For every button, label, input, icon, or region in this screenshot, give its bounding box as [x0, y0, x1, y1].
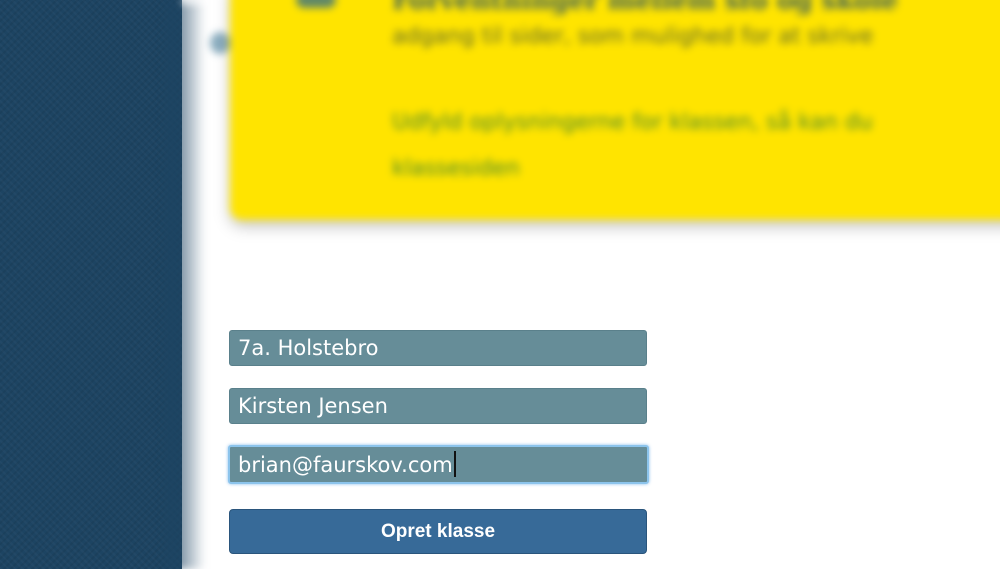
class-name-input[interactable]: 7a. Holstebro: [229, 330, 647, 366]
notice-headline: Forventninger mellem sfo og skole: [392, 0, 898, 16]
notice-text: klassesiden: [392, 156, 520, 181]
text-caret: [453, 451, 456, 477]
notice-text: Udfyld oplysningerne for klassen, så kan…: [392, 110, 873, 135]
logo-icon: [296, 0, 336, 8]
teacher-name-input[interactable]: Kirsten Jensen: [229, 388, 647, 424]
email-input[interactable]: brian@faurskov.com: [228, 445, 649, 484]
create-class-button[interactable]: Opret klasse: [229, 509, 647, 554]
email-input-value: brian@faurskov.com: [238, 453, 453, 477]
page: Forventninger mellem sfo og skole adgang…: [0, 0, 1000, 569]
decorative-dot: [210, 32, 230, 54]
notice-text: adgang til sider, som mulighed for at sk…: [392, 24, 874, 49]
